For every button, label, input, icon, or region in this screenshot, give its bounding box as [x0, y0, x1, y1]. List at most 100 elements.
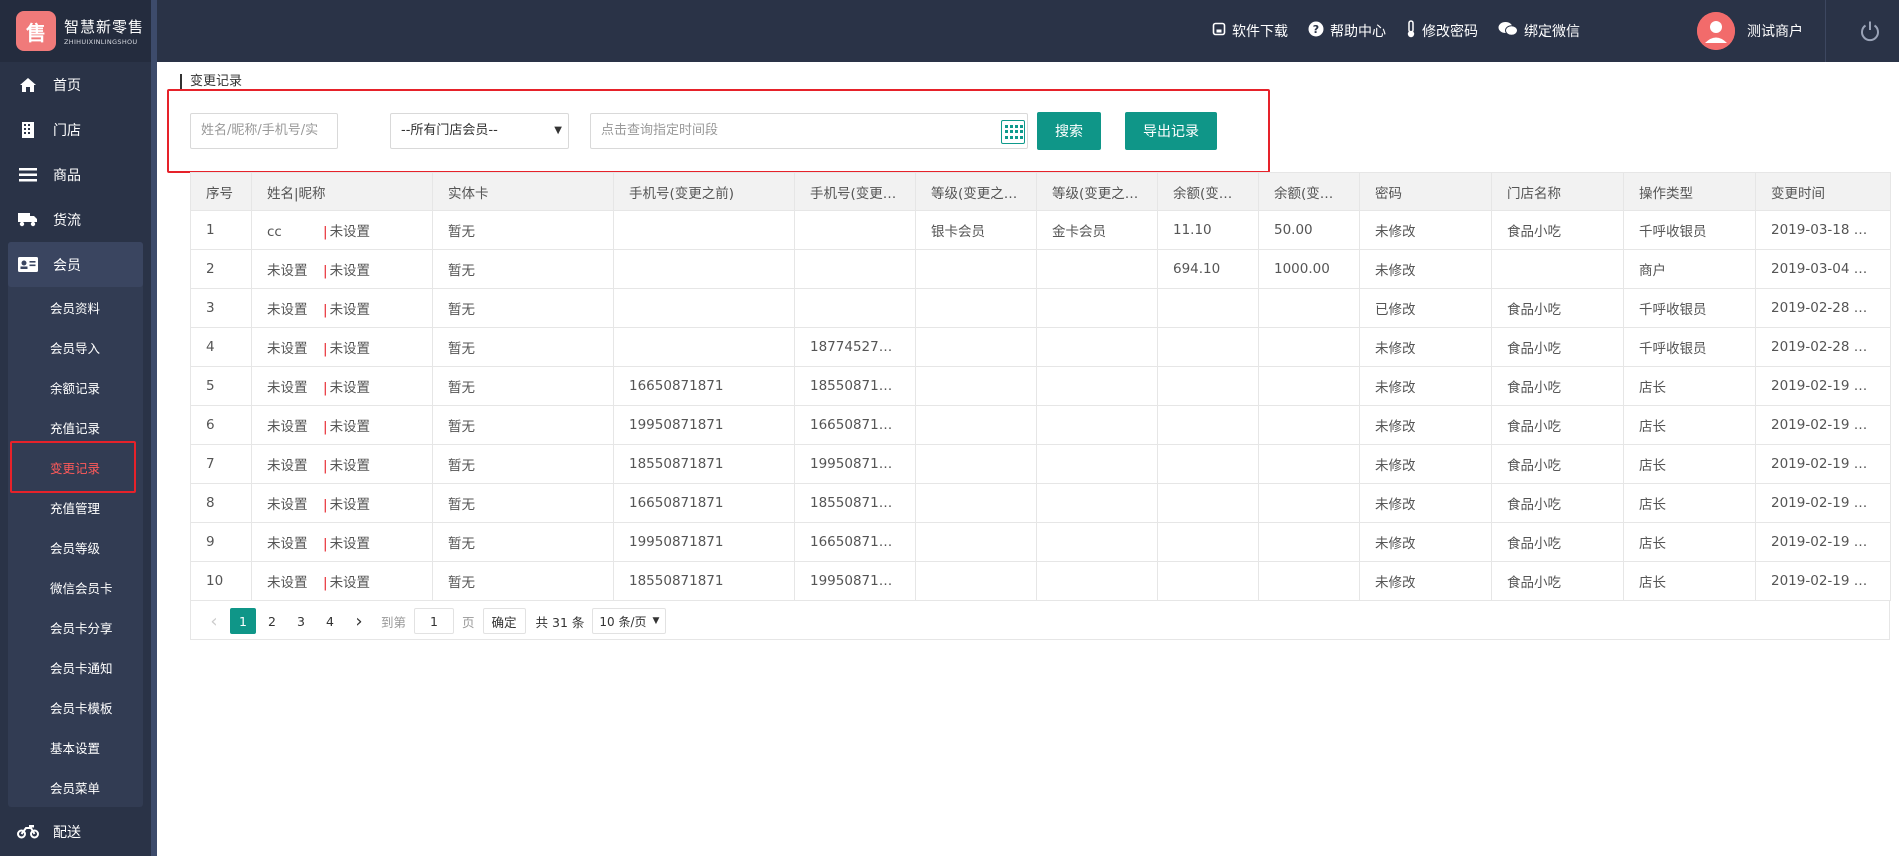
cell-phone-before: 18550871871	[613, 444, 795, 484]
cell-op: 店长	[1623, 522, 1756, 562]
cell-no: 3	[190, 288, 252, 328]
sidebar-item-member[interactable]: 会员	[8, 242, 143, 287]
cell-no: 10	[190, 561, 252, 601]
cell-level-before	[915, 405, 1037, 445]
sidebar-subitem[interactable]: 余额记录	[8, 367, 143, 407]
sidebar-subitem[interactable]: 微信会员卡	[8, 567, 143, 607]
cell-store: 食品小吃	[1491, 561, 1624, 601]
cell-bal-before	[1157, 483, 1259, 523]
sidebar-subitem[interactable]: 会员等级	[8, 527, 143, 567]
download-icon	[1212, 22, 1226, 40]
cell-phone-after	[794, 210, 916, 250]
pagination-bar: ‹ 1 2 3 4 › 到第 1 页 确定 共 31 条 10 条/页 ▼	[190, 600, 1890, 640]
cell-pwd: 未修改	[1359, 522, 1492, 562]
separator-bar: |	[323, 536, 328, 552]
cell-level-after	[1036, 561, 1158, 601]
cell-level-after	[1036, 444, 1158, 484]
cell-no: 2	[190, 249, 252, 289]
next-page-button[interactable]: ›	[346, 608, 372, 634]
separator-bar: |	[323, 575, 328, 591]
sidebar-item-label: 首页	[53, 77, 81, 94]
sidebar-item-delivery[interactable]: 配送	[0, 809, 151, 854]
cell-op: 千呼收银员	[1623, 327, 1756, 367]
cell-store	[1491, 249, 1624, 289]
date-range-input[interactable]: 点击查询指定时间段	[590, 113, 1028, 149]
cell-bal-after	[1258, 561, 1360, 601]
total-count: 共 31 条	[535, 614, 585, 630]
search-button[interactable]: 搜索	[1037, 112, 1101, 150]
page-2-button[interactable]: 2	[259, 608, 285, 634]
sidebar-subitem[interactable]: 会员资料	[8, 287, 143, 327]
cell-phone-before	[613, 288, 795, 328]
cell-op: 店长	[1623, 444, 1756, 484]
cell-bal-before	[1157, 405, 1259, 445]
page-size-select[interactable]: 10 条/页 ▼	[592, 608, 667, 634]
cell-card: 暂无	[432, 561, 614, 601]
power-icon[interactable]	[1857, 18, 1883, 44]
cell-phone-after	[794, 249, 916, 289]
column-header: 等级(变更之后)	[1036, 172, 1158, 211]
sidebar-subitem[interactable]: 会员卡模板	[8, 687, 143, 727]
goto-page-input[interactable]: 1	[414, 608, 455, 634]
page-4-button[interactable]: 4	[317, 608, 343, 634]
topbar-divider	[1825, 0, 1826, 62]
page-3-button[interactable]: 3	[288, 608, 314, 634]
goto-label: 到第	[381, 614, 407, 630]
cell-time: 2019-02-19 1...	[1755, 444, 1891, 484]
truck-icon	[17, 211, 39, 229]
sidebar-subitem[interactable]: 会员卡通知	[8, 647, 143, 687]
help-center-link[interactable]: ? 帮助中心	[1308, 21, 1386, 41]
sidebar-subitem[interactable]: 会员菜单	[8, 767, 143, 807]
sidebar-item-logistics[interactable]: 货流	[0, 197, 151, 242]
cell-level-after	[1036, 366, 1158, 406]
prev-page-button[interactable]: ‹	[201, 608, 227, 634]
cell-time: 2019-03-04 1...	[1755, 249, 1891, 289]
sidebar-item-home[interactable]: 首页	[0, 62, 151, 107]
cell-level-before	[915, 483, 1037, 523]
cell-op: 店长	[1623, 483, 1756, 523]
table-row: 3 未设置 | 未设置 暂无 已修改 食品小吃 千呼收银员 2019-02-28 1...	[190, 288, 1891, 328]
goto-confirm-button[interactable]: 确定	[482, 608, 526, 634]
table-row: 1 cc | 未设置 暂无 银卡会员 金卡会员 11.10 50.00 未修改 食品小吃 千呼收银员 2…	[190, 210, 1891, 250]
sidebar-subitem[interactable]: 充值管理	[8, 487, 143, 527]
download-link[interactable]: 软件下载	[1212, 21, 1288, 41]
cell-op: 千呼收银员	[1623, 288, 1756, 328]
separator-bar: |	[323, 341, 328, 357]
name-nick-cell: 未设置 | 未设置	[251, 288, 433, 328]
cell-level-before: 银卡会员	[915, 210, 1037, 250]
logo[interactable]: 售 智慧新零售 ZHIHUIXINLINGSHOU	[0, 0, 151, 62]
store-member-select[interactable]: --所有门店会员-- ▼	[390, 113, 569, 149]
cell-card: 暂无	[432, 366, 614, 406]
cell-level-after	[1036, 522, 1158, 562]
sidebar-item-label: 门店	[53, 122, 81, 139]
keyword-input[interactable]: 姓名/昵称/手机号/实	[190, 113, 338, 149]
cell-op: 店长	[1623, 366, 1756, 406]
sidebar-subitem[interactable]: 基本设置	[8, 727, 143, 767]
member-nickname: 未设置	[329, 419, 371, 435]
separator-bar: |	[323, 263, 328, 279]
sidebar-subitem[interactable]: 会员卡分享	[8, 607, 143, 647]
column-header: 姓名|昵称	[251, 172, 433, 211]
calendar-grid-icon[interactable]	[1001, 120, 1025, 144]
sidebar-item-store[interactable]: 门店	[0, 107, 151, 152]
cell-phone-after: 18550871871	[794, 366, 916, 406]
page-1-button[interactable]: 1	[230, 608, 256, 634]
cell-no: 7	[190, 444, 252, 484]
cell-time: 2019-02-19 1...	[1755, 522, 1891, 562]
cell-card: 暂无	[432, 210, 614, 250]
cell-bal-after	[1258, 288, 1360, 328]
change-password-link[interactable]: 修改密码	[1406, 20, 1478, 42]
sidebar-item-goods[interactable]: 商品	[0, 152, 151, 197]
cell-op: 店长	[1623, 561, 1756, 601]
bind-wechat-link[interactable]: 绑定微信	[1498, 21, 1580, 41]
cell-level-after	[1036, 327, 1158, 367]
member-name: 未设置	[267, 302, 308, 318]
separator-bar: |	[323, 224, 328, 240]
table-row: 4 未设置 | 未设置 暂无 18774527598 未修改 食品小吃 千呼收银员 2019-02…	[190, 327, 1891, 367]
top-links: 软件下载 ? 帮助中心 修改密码 绑定微信	[1212, 0, 1600, 62]
separator-bar: |	[323, 380, 328, 396]
export-button[interactable]: 导出记录	[1125, 112, 1217, 150]
user-menu[interactable]: 测试商户	[1697, 0, 1803, 62]
sidebar-subitem[interactable]: 会员导入	[8, 327, 143, 367]
name-nick-cell: 未设置 | 未设置	[251, 327, 433, 367]
